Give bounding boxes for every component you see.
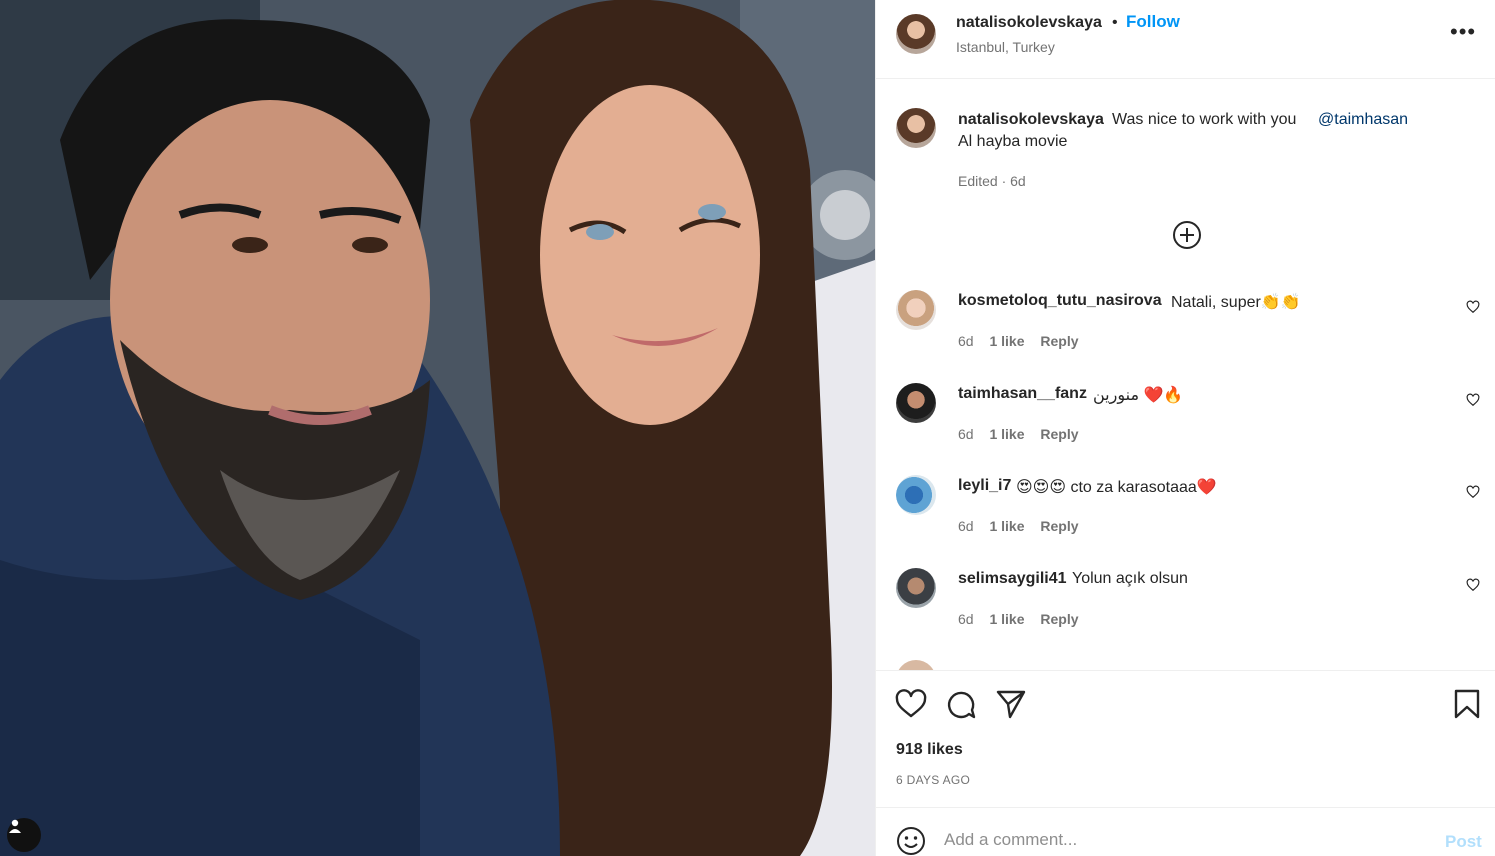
more-options-icon[interactable]: ••• [1450,20,1476,44]
likes-count[interactable]: 918 likes [896,741,963,759]
caption-mention-link[interactable]: @taimhasan [1318,111,1408,129]
comment-item: kosmetoloq_tutu_nasirova Natali, super👏👏… [876,290,1495,380]
comment-time: 6d [958,333,974,349]
like-comment-heart-icon[interactable] [1466,393,1480,407]
post-location[interactable]: Istanbul, Turkey [956,39,1055,55]
comment-item: taimhasan__fanz منورين ❤️🔥 6d 1 like Rep… [876,383,1495,473]
comment-text: منورين ❤️🔥 [1093,387,1184,404]
post-comment-button[interactable]: Post [1445,832,1482,852]
reply-button[interactable]: Reply [1040,518,1078,534]
commenter-avatar[interactable] [896,383,936,423]
comment-time: 6d [958,611,974,627]
comment-item: leyli_i7 😍😍😍 cto za karasotaaa❤️ 6d 1 li… [876,475,1495,565]
comment-username[interactable]: leyli_i7 [958,477,1011,495]
reply-button[interactable]: Reply [1040,611,1078,627]
comment-bubble-icon[interactable] [945,688,977,720]
author-username[interactable]: natalisokolevskaya [956,14,1102,32]
commenter-avatar[interactable] [896,568,936,608]
post-panel: natalisokolevskaya • Follow Istanbul, Tu… [875,0,1495,856]
like-comment-heart-icon[interactable] [1466,300,1480,314]
load-more-comments-icon[interactable] [1172,220,1202,250]
share-send-icon[interactable] [995,688,1027,720]
post-actions-footer: 918 likes 6 DAYS AGO Post [876,670,1495,856]
post-timestamp: 6 DAYS AGO [896,773,971,787]
caption-text-line2: Al hayba movie [958,133,1068,150]
comment-text: 😍😍😍 cto za karasotaaa❤️ [1016,479,1217,496]
comment-text: Yolun açık olsun [1072,570,1188,587]
comment-time: 6d [958,426,974,442]
comment-likes[interactable]: 1 like [989,333,1024,349]
photo-illustration [0,0,875,856]
comment-likes[interactable]: 1 like [989,426,1024,442]
comment-meta: 6d 1 like Reply [958,611,1091,627]
caption-edited-time: Edited · 6d [958,173,1026,189]
comment-meta: 6d 1 like Reply [958,518,1091,534]
like-comment-heart-icon[interactable] [1466,485,1480,499]
post-header: natalisokolevskaya • Follow Istanbul, Tu… [876,0,1495,79]
post-photo[interactable] [0,0,875,856]
commenter-avatar[interactable] [896,290,936,330]
comment-text: Natali, super👏👏 [1171,294,1301,311]
caption-text: Was nice to work with you [1112,111,1297,128]
user-tag-icon[interactable] [7,818,41,852]
comment-meta: 6d 1 like Reply [958,426,1091,442]
header-separator: • [1112,14,1118,31]
comment-meta: 6d 1 like Reply [958,333,1091,349]
add-comment-bar: Post [876,807,1495,856]
like-heart-icon[interactable] [895,688,927,720]
comment-likes[interactable]: 1 like [989,611,1024,627]
comment-username[interactable]: selimsaygili41 [958,570,1067,588]
like-comment-heart-icon[interactable] [1466,578,1480,592]
emoji-icon[interactable] [896,826,926,856]
caption-username[interactable]: natalisokolevskaya [958,111,1104,129]
comment-username[interactable]: taimhasan__fanz [958,385,1087,403]
caption-avatar[interactable] [896,108,936,148]
comment-likes[interactable]: 1 like [989,518,1024,534]
reply-button[interactable]: Reply [1040,426,1078,442]
comment-time: 6d [958,518,974,534]
author-avatar[interactable] [896,14,936,54]
commenter-avatar[interactable] [896,475,936,515]
comment-input[interactable] [944,824,1424,856]
follow-button[interactable]: Follow [1126,12,1180,32]
comment-username[interactable]: kosmetoloq_tutu_nasirova [958,292,1162,310]
reply-button[interactable]: Reply [1040,333,1078,349]
save-bookmark-icon[interactable] [1451,688,1483,720]
comment-item: selimsaygili41 Yolun açık olsun 6d 1 lik… [876,568,1495,658]
commenter-avatar[interactable] [896,660,936,670]
comments-scroll-area[interactable]: natalisokolevskaya Was nice to work with… [876,80,1495,670]
